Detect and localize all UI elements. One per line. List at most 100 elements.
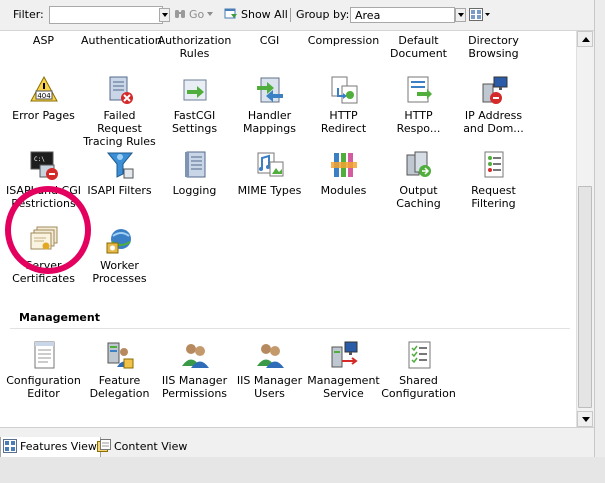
error-pages-icon: 404 <box>29 75 58 102</box>
features-view-tab[interactable]: Features View <box>0 437 101 458</box>
feature-label: Configuration Editor <box>6 374 81 400</box>
feature-cgi[interactable]: CGI <box>232 34 307 47</box>
view-mode-button[interactable] <box>469 8 491 22</box>
content-view-tab[interactable]: Content View <box>95 437 190 457</box>
fastcgi-icon <box>183 79 206 101</box>
highlight-ring <box>5 186 91 274</box>
feature-default-document[interactable]: Default Document <box>381 34 456 60</box>
feature-logging[interactable]: Logging <box>157 149 232 197</box>
feature-http-response-headers[interactable]: HTTP Respo... <box>381 74 456 135</box>
feature-label: ASP <box>32 34 55 47</box>
scroll-thumb[interactable] <box>578 186 592 408</box>
ip-address-icon <box>482 76 507 104</box>
worker-processes-icon <box>106 229 131 254</box>
section-divider <box>10 328 570 329</box>
binoculars-icon <box>175 10 185 18</box>
feature-mime-types[interactable]: MIME Types <box>232 149 307 197</box>
feature-label: Error Pages <box>12 109 75 122</box>
go-label: Go <box>189 8 205 21</box>
feature-http-redirect[interactable]: HTTP Redirect <box>306 74 381 135</box>
feature-label: IIS Manager Permissions <box>161 374 228 400</box>
output-caching-icon <box>406 151 431 177</box>
feature-label: Handler Mappings <box>243 109 296 135</box>
configuration-editor-icon <box>34 341 54 369</box>
toolbar-separator <box>290 8 291 22</box>
show-all-button[interactable]: Show All <box>224 6 288 24</box>
feature-label: HTTP Redirect <box>320 109 367 135</box>
features-view-label: Features View <box>20 440 97 453</box>
group-by-label: Group by: <box>296 8 350 21</box>
view-mode-icon <box>469 8 490 21</box>
feature-shared-configuration[interactable]: Shared Configuration <box>381 339 456 400</box>
status-bar <box>0 457 605 483</box>
http-redirect-icon <box>331 76 357 104</box>
feature-modules[interactable]: Modules <box>306 149 381 197</box>
feature-fastcgi-settings[interactable]: FastCGI Settings <box>157 74 232 135</box>
management-service-icon <box>331 341 358 368</box>
feature-label: Default Document <box>390 34 447 60</box>
isapi-filters-icon <box>106 152 133 179</box>
feature-configuration-editor[interactable]: Configuration Editor <box>6 339 81 400</box>
feature-compression[interactable]: Compression <box>306 34 381 47</box>
feature-output-caching[interactable]: Output Caching <box>381 149 456 210</box>
feature-label: MIME Types <box>237 184 302 197</box>
feature-label: Modules <box>320 184 367 197</box>
shared-configuration-icon <box>408 341 430 369</box>
feature-handler-mappings[interactable]: Handler Mappings <box>232 74 307 135</box>
feature-label: FastCGI Settings <box>171 109 218 135</box>
go-dropdown-arrow[interactable] <box>207 12 214 16</box>
feature-request-filtering[interactable]: Request Filtering <box>456 149 531 210</box>
feature-ip-address-and-domain[interactable]: IP Address and Dom... <box>456 74 531 135</box>
feature-worker-processes[interactable]: Worker Processes <box>81 224 158 285</box>
group-by-dropdown-button[interactable] <box>455 8 466 22</box>
group-by-select[interactable]: Area <box>350 7 455 23</box>
feature-label: Feature Delegation <box>89 374 150 400</box>
request-filtering-icon <box>484 151 503 178</box>
logging-icon <box>184 151 205 178</box>
feature-management-service[interactable]: Management Service <box>306 339 381 400</box>
filter-input[interactable] <box>49 6 163 24</box>
feature-label: IP Address and Dom... <box>463 109 524 135</box>
feature-label: Failed Request Tracing Rules <box>83 109 156 148</box>
feature-label: IIS Manager Users <box>236 374 303 400</box>
feature-label: CGI <box>259 34 280 47</box>
scroll-down-button[interactable] <box>577 411 593 427</box>
feature-label: Output Caching <box>396 184 441 210</box>
mime-types-icon <box>257 152 283 177</box>
filter-dropdown-button[interactable] <box>159 8 170 22</box>
view-tabs-bar: Features View Content View <box>0 427 594 458</box>
iis-manager-users-icon <box>256 344 284 368</box>
features-view-icon <box>3 439 17 453</box>
feature-isapi-filters[interactable]: ISAPI Filters <box>81 149 158 197</box>
feature-asp[interactable]: ASP <box>6 34 81 47</box>
feature-label: Request Filtering <box>471 184 516 210</box>
svg-text:C:\: C:\ <box>34 156 45 163</box>
filter-toolbar: Filter: Go Show All Group by: Area <box>0 0 605 31</box>
content-view-label: Content View <box>114 440 188 453</box>
isapi-cgi-icon: C:\ <box>30 151 58 180</box>
feature-label: Authentication <box>81 34 162 47</box>
feature-label: HTTP Respo... <box>396 109 441 135</box>
feature-authorization-rules[interactable]: Authorization Rules <box>157 34 232 60</box>
feature-label: Logging <box>172 184 217 197</box>
feature-directory-browsing[interactable]: Directory Browsing <box>456 34 531 60</box>
feature-authentication[interactable]: Authentication <box>81 34 162 47</box>
show-all-icon <box>224 8 237 19</box>
feature-iis-manager-users[interactable]: IIS Manager Users <box>232 339 307 400</box>
vertical-scrollbar[interactable] <box>576 31 594 427</box>
svg-text:404: 404 <box>37 92 51 100</box>
management-section-title: Management <box>19 311 100 324</box>
feature-failed-request-tracing-rules[interactable]: Failed Request Tracing Rules <box>81 74 158 148</box>
feature-error-pages[interactable]: 404 Error Pages <box>6 74 81 122</box>
failed-request-tracing-icon <box>109 76 133 104</box>
feature-iis-manager-permissions[interactable]: IIS Manager Permissions <box>157 339 232 400</box>
content-view-icon <box>97 439 111 452</box>
window-edge <box>594 0 605 483</box>
show-all-label: Show All <box>241 8 288 21</box>
filter-label: Filter: <box>13 8 44 21</box>
scroll-up-button[interactable] <box>577 31 593 47</box>
go-button[interactable]: Go <box>174 6 214 24</box>
feature-feature-delegation[interactable]: Feature Delegation <box>81 339 158 400</box>
feature-label: Directory Browsing <box>468 34 519 60</box>
iis-manager-permissions-icon <box>181 344 209 368</box>
